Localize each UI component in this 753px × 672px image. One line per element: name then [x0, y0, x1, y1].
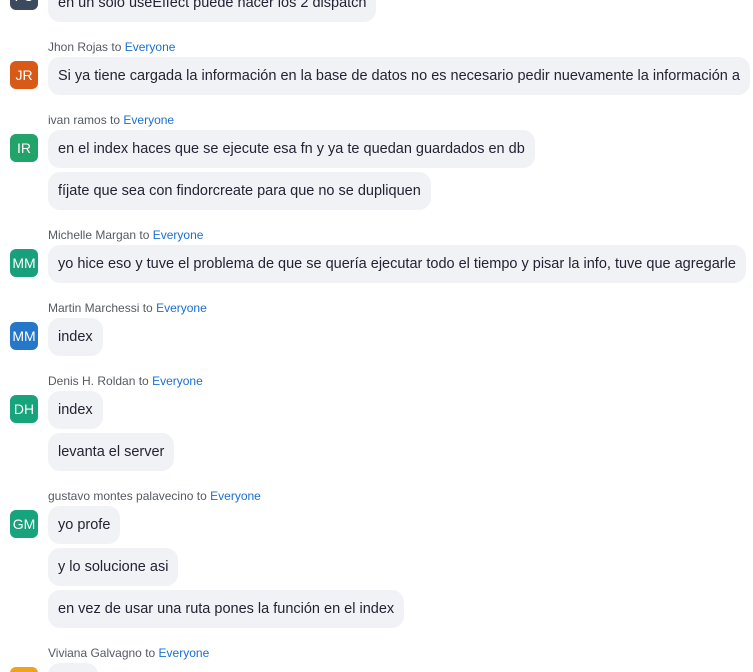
to-label: to — [196, 489, 207, 503]
message-sender-line: gustavo montes palavecino to Everyone — [48, 489, 261, 503]
message-bubble[interactable]: fíjate que sea con findorcreate para que… — [48, 172, 431, 210]
recipient-link[interactable]: Everyone — [210, 489, 261, 503]
to-label: to — [139, 228, 150, 242]
sender-name: Denis H. Roldan — [48, 374, 136, 388]
avatar: DH — [10, 395, 38, 423]
recipient-link[interactable]: Everyone — [123, 113, 174, 127]
message-sender-line: ivan ramos to Everyone — [48, 113, 174, 127]
avatar: GM — [10, 510, 38, 538]
recipient-link[interactable]: Everyone — [125, 40, 176, 54]
message-bubble[interactable]: index — [48, 318, 103, 356]
recipient-link[interactable]: Everyone — [153, 228, 204, 242]
message-bubble[interactable]: en el index haces que se ejecute esa fn … — [48, 130, 535, 168]
to-label: to — [138, 374, 149, 388]
message-sender-line: Martin Marchessi to Everyone — [48, 301, 207, 315]
message-bubble[interactable] — [48, 663, 98, 672]
avatar: MM — [10, 322, 38, 350]
sender-name: Michelle Margan — [48, 228, 137, 242]
message-bubble[interactable]: yo profe — [48, 506, 121, 544]
message-bubble[interactable]: yo hice eso y tuve el problema de que se… — [48, 245, 746, 283]
recipient-link[interactable]: Everyone — [156, 301, 207, 315]
recipient-link[interactable]: Everyone — [152, 374, 203, 388]
sender-name: Jhon Rojas — [48, 40, 109, 54]
avatar — [10, 667, 38, 672]
message-bubble[interactable]: Si ya tiene cargada la información en la… — [48, 57, 750, 95]
avatar: IR — [10, 134, 38, 162]
recipient-link[interactable]: Everyone — [159, 646, 210, 660]
message-bubble[interactable]: en un solo useEffect puede hacer los 2 d… — [48, 0, 377, 22]
message-sender-line: Viviana Galvagno to Everyone — [48, 646, 209, 660]
sender-name: Martin Marchessi — [48, 301, 140, 315]
avatar: MM — [10, 249, 38, 277]
sender-name: gustavo montes palavecino — [48, 489, 194, 503]
message-bubble[interactable]: index — [48, 391, 103, 429]
sender-name: ivan ramos — [48, 113, 107, 127]
message-bubble[interactable]: levanta el server — [48, 433, 175, 471]
message-bubble[interactable]: en vez de usar una ruta pones la función… — [48, 590, 405, 628]
avatar: JR — [10, 61, 38, 89]
to-label: to — [145, 646, 156, 660]
chat-panel: FC en un solo useEffect puede hacer los … — [0, 0, 753, 672]
to-label: to — [142, 301, 153, 315]
avatar: FC — [10, 0, 38, 10]
message-bubble[interactable]: y lo solucione asi — [48, 548, 179, 586]
message-sender-line: Michelle Margan to Everyone — [48, 228, 203, 242]
message-sender-line: Denis H. Roldan to Everyone — [48, 374, 203, 388]
to-label: to — [110, 113, 121, 127]
message-sender-line: Jhon Rojas to Everyone — [48, 40, 175, 54]
to-label: to — [111, 40, 122, 54]
sender-name: Viviana Galvagno — [48, 646, 142, 660]
